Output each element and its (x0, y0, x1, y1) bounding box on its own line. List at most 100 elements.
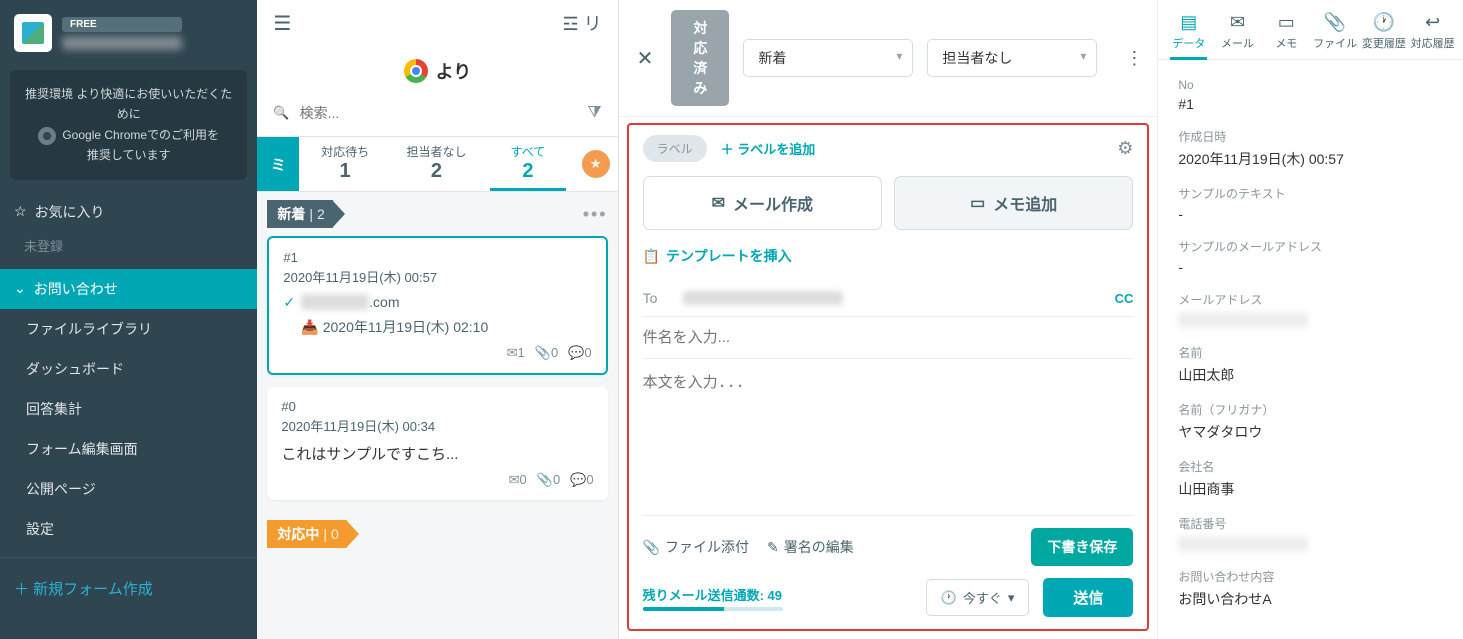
env-recommend-box: 推奨環境 より快適にお使いいただくために Google Chromeでのご利用を… (10, 70, 247, 180)
sidebar-item-report[interactable]: 回答集計 (0, 389, 257, 429)
compose-panel: ✕ 対応済み 新着 担当者なし ⋮ ラベル ＋ ラベルを追加 ⚙ ✉メール作成 … (619, 0, 1158, 639)
detail-panel: ▤データ ✉メール ▭メモ 📎ファイル 🕐変更履歴 ↩対応履歴 No#1 作成日時… (1157, 0, 1463, 639)
more-icon[interactable]: ••• (583, 204, 608, 225)
compose-box: ラベル ＋ ラベルを追加 ⚙ ✉メール作成 ▭メモ追加 📋テンプレートを挿入 T… (627, 123, 1150, 631)
sidebar-item-publicpage[interactable]: 公開ページ (0, 469, 257, 509)
tab-pending[interactable]: 対応待ち1 (299, 137, 390, 191)
field-label: お問い合わせ内容 (1178, 568, 1443, 585)
status-tabs: ミ 対応待ち1 担当者なし2 すべて2 (257, 136, 617, 192)
status-select[interactable]: 新着 (743, 39, 913, 77)
free-badge: FREE (62, 17, 182, 32)
mail-icon: ✉ (1213, 12, 1262, 33)
rtab-mail[interactable]: ✉メール (1213, 8, 1262, 59)
tab-all[interactable]: すべて2 (482, 137, 573, 191)
section-new-badge: 新着| 2 (267, 200, 344, 228)
search-input[interactable] (300, 105, 578, 121)
new-form-button[interactable]: ＋ 新規フォーム作成 (0, 566, 257, 611)
rtab-history[interactable]: 🕐変更履歴 (1359, 8, 1408, 59)
monkey-icon (582, 150, 610, 178)
rtab-data[interactable]: ▤データ (1164, 8, 1213, 59)
attach-file-button[interactable]: 📎ファイル添付 (643, 537, 749, 557)
env-line1: 推奨環境 より快適にお使いいただくために (22, 84, 235, 125)
field-label: サンプルのメールアドレス (1178, 238, 1443, 255)
gear-icon[interactable]: ⚙ (1117, 138, 1133, 159)
inquiry-label: お問い合わせ (34, 279, 118, 299)
send-button[interactable]: 送信 (1043, 578, 1133, 617)
rtab-memo[interactable]: ▭メモ (1262, 8, 1311, 59)
mail-count: ✉0 (509, 472, 527, 488)
subject-input[interactable] (643, 317, 1134, 359)
mail-icon: ✉ (712, 193, 725, 213)
add-label-button[interactable]: ＋ ラベルを追加 (721, 139, 816, 158)
insert-template-button[interactable]: 📋テンプレートを挿入 (643, 246, 1134, 266)
sidebar-item-filelib[interactable]: ファイルライブラリ (0, 309, 257, 349)
env-line3: 推奨しています (22, 145, 235, 165)
star-icon: ☆ (14, 203, 27, 220)
signature-label: 署名の編集 (784, 537, 854, 557)
tab-compose-mail[interactable]: ✉メール作成 (643, 176, 882, 230)
tab-all-label: すべて (511, 145, 546, 159)
close-icon[interactable]: ✕ (633, 46, 658, 71)
body-textarea[interactable] (643, 359, 1134, 515)
favorites-header: ☆ お気に入り (0, 194, 257, 230)
field-value: 2020年11月19日(木) 00:57 (1178, 149, 1443, 169)
detail-field: No#1 (1178, 78, 1443, 112)
assignee-select[interactable]: 担当者なし (927, 39, 1097, 77)
pencil-icon: ✎ (767, 539, 779, 556)
section-new-label: 新着 (277, 206, 305, 222)
sidebar-item-settings[interactable]: 設定 (0, 509, 257, 549)
app-name-blurred (62, 36, 182, 50)
field-label: 作成日時 (1178, 128, 1443, 145)
status-button[interactable]: 対応済み (671, 10, 729, 106)
clock-icon: 🕐 (941, 590, 957, 606)
tab-mi[interactable]: ミ (257, 137, 299, 191)
attach-count: 📎0 (535, 345, 558, 361)
inbox-card-1[interactable]: #1 2020年11月19日(木) 00:57 ✓xxxx.com 📥 2020… (267, 236, 607, 375)
app-logo[interactable] (14, 14, 52, 52)
attach-label: ファイル添付 (665, 537, 749, 557)
card-from-suffix: .com (369, 294, 399, 310)
field-value: #1 (1178, 96, 1443, 112)
attach-count: 📎0 (537, 472, 560, 488)
card-ts: 2020年11月19日(木) 00:34 (281, 416, 593, 435)
schedule-select[interactable]: 🕐今すぐ ▾ (926, 579, 1030, 616)
hamburger-icon[interactable]: ☰ (273, 11, 291, 36)
field-value (1178, 536, 1308, 552)
field-value (1178, 312, 1308, 328)
card-id: #0 (281, 399, 593, 414)
chrome-logo-icon (404, 59, 428, 83)
card-ts: 2020年11月19日(木) 00:57 (283, 267, 591, 286)
filter-icon[interactable]: ⧩ (587, 104, 601, 122)
rtab-data-label: データ (1172, 38, 1205, 50)
add-label-text: ラベルを追加 (737, 142, 815, 157)
paperclip-icon: 📎 (1311, 12, 1360, 33)
vdots-icon[interactable]: ⋮ (1125, 48, 1143, 69)
check-icon: ✓ (283, 294, 295, 310)
list-icon[interactable]: ☲ リ (562, 10, 601, 36)
reply-icon: ↩ (1408, 12, 1457, 33)
mail-count: ✉1 (507, 345, 525, 361)
chevron-down-icon: ⌄ (14, 280, 26, 297)
inbox-card-0[interactable]: #0 2020年11月19日(木) 00:34 これはサンプルですこち... ✉… (267, 387, 607, 500)
edit-signature-button[interactable]: ✎ 署名の編集 (767, 537, 854, 557)
label-pill[interactable]: ラベル (643, 135, 707, 162)
to-label: To (643, 290, 683, 306)
rtab-file[interactable]: 📎ファイル (1311, 8, 1360, 59)
tab-monkey[interactable] (574, 137, 618, 191)
tab-pending-count: 1 (299, 160, 390, 183)
detail-field: 名前（フリガナ）ヤマダタロウ (1178, 401, 1443, 442)
sidebar-item-formedit[interactable]: フォーム編集画面 (0, 429, 257, 469)
sidebar-item-dashboard[interactable]: ダッシュボード (0, 349, 257, 389)
rtab-response[interactable]: ↩対応履歴 (1408, 8, 1457, 59)
sidebar-item-inquiry[interactable]: ⌄ お問い合わせ (0, 269, 257, 309)
field-value: 山田太郎 (1178, 365, 1443, 385)
save-draft-button[interactable]: 下書き保存 (1031, 528, 1133, 566)
detail-field: メールアドレス (1178, 291, 1443, 328)
field-label: サンプルのテキスト (1178, 185, 1443, 202)
section-prog-label: 対応中 (277, 526, 319, 542)
tab-unassigned[interactable]: 担当者なし2 (391, 137, 482, 191)
inbox-column: ☰ ☲ リ より ⧩ ミ 対応待ち1 担当者なし2 すべて2 新着| 2 •••… (257, 0, 618, 639)
cc-button[interactable]: CC (1115, 291, 1134, 306)
tab-compose-memo[interactable]: ▭メモ追加 (894, 176, 1133, 230)
field-value: - (1178, 206, 1443, 222)
